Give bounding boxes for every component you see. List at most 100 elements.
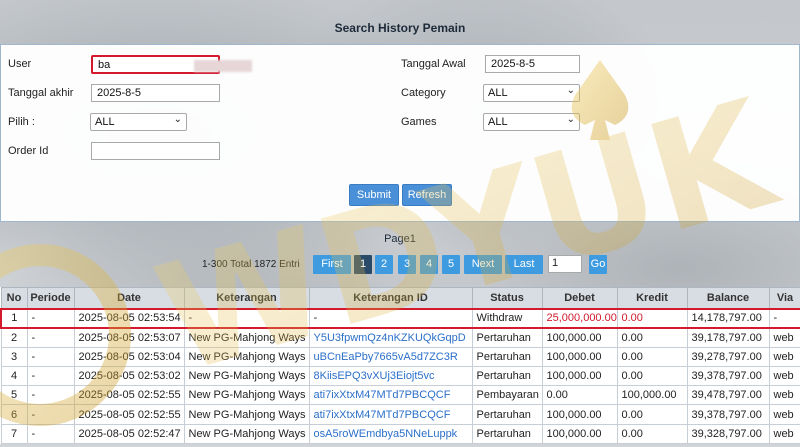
table-cell-kredit: 0.00 (616, 327, 688, 348)
table-row[interactable]: 3-2025-08-05 02:53:04 New PG-Mahjong Ways… (0, 346, 800, 367)
column-header[interactable]: No (0, 287, 28, 309)
table-cell-keterangan-id[interactable]: osA5roWEmdbya5NNeLuppk (308, 423, 473, 445)
table-cell-kredit: 0.00 (616, 365, 688, 387)
table-cell-kredit: 0.00 (616, 423, 688, 445)
column-header[interactable]: Debet (541, 287, 618, 309)
table-cell-keterangan-id[interactable]: 8KiisEPQ3vXUj3Eiojt5vc (308, 365, 473, 387)
page-button-1[interactable]: 1 (354, 255, 372, 274)
pagination-bar: 1-300 Total 1872 Entri First 1 2 3 4 5 N… (0, 255, 800, 275)
table-cell-no: 1 (0, 307, 28, 329)
tanggal-awal-label: Tanggal Awal (401, 58, 466, 70)
table-cell-balance: 39,378,797.00 (686, 365, 770, 387)
search-form-panel: User ba Tanggal Awal 2025-8-5 Tanggal ak… (0, 44, 800, 222)
table-cell-date: 2025-08-05 02:53:54 (73, 307, 185, 329)
go-button[interactable]: Go (589, 255, 607, 274)
tanggal-awal-value: 2025-8-5 (491, 58, 536, 70)
column-header[interactable]: Via (768, 287, 800, 309)
table-cell-keterangan: New PG-Mahjong Ways (183, 404, 310, 425)
category-label: Category (401, 87, 446, 99)
page-button-4[interactable]: 4 (420, 255, 438, 274)
table-cell-no: 2 (0, 327, 28, 348)
user-label: User (8, 58, 32, 70)
page-indicator: Page1 (384, 233, 416, 245)
last-page-button[interactable]: Last (505, 255, 543, 274)
table-cell-no: 4 (0, 365, 28, 387)
table-cell-keterangan-id[interactable]: Y5U3fpwmQz4nKZKUQkGqpD (308, 327, 473, 348)
table-cell-date: 2025-08-05 02:53:07 (73, 327, 185, 348)
table-row[interactable]: 7-2025-08-05 02:52:47 New PG-Mahjong Ways… (0, 423, 800, 445)
column-header[interactable]: Keterangan (183, 287, 310, 309)
table-cell-keterangan: New PG-Mahjong Ways (183, 365, 310, 387)
table-cell-kredit: 100,000.00 (616, 385, 688, 406)
history-table: No Periode Date Keterangan Keterangan ID… (0, 287, 800, 445)
column-header[interactable]: Date (73, 287, 185, 309)
table-cell-no: 7 (0, 423, 28, 445)
tanggal-awal-input[interactable]: 2025-8-5 (485, 55, 580, 73)
pilih-select[interactable]: ALL ⌄ (90, 113, 187, 131)
table-cell-balance: 39,378,797.00 (686, 404, 770, 425)
table-row[interactable]: 6-2025-08-05 02:52:55 New PG-Mahjong Ways… (0, 404, 800, 425)
column-header[interactable]: Keterangan ID (308, 287, 473, 309)
table-cell-via: web (768, 404, 800, 425)
order-id-input[interactable] (91, 142, 220, 160)
category-select[interactable]: ALL ⌄ (483, 84, 580, 102)
table-cell-periode: - (26, 346, 75, 367)
table-cell-debet: 100,000.00 (541, 327, 618, 348)
table-cell-via: web (768, 327, 800, 348)
next-page-button[interactable]: Next (464, 255, 502, 274)
table-cell-balance: 39,278,797.00 (686, 346, 770, 367)
table-cell-periode: - (26, 385, 75, 406)
table-cell-balance: 14,178,797.00 (686, 307, 770, 329)
table-cell-keterangan-id[interactable]: ati7ixXtxM47MTd7PBCQCF (308, 385, 473, 406)
order-id-label: Order Id (8, 145, 49, 157)
redacted-user-blur (194, 60, 252, 72)
user-input[interactable]: ba (91, 55, 252, 74)
table-cell-keterangan-id[interactable]: uBCnEaPby7665vA5d7ZC3R (308, 346, 473, 367)
page-button-5[interactable]: 5 (442, 255, 460, 274)
games-select[interactable]: ALL ⌄ (483, 113, 580, 131)
games-label: Games (401, 116, 437, 128)
category-select-value: ALL (488, 87, 508, 99)
table-cell-keterangan-id[interactable]: ati7ixXtxM47MTd7PBCQCF (308, 404, 473, 425)
games-select-value: ALL (488, 116, 508, 128)
table-cell-no: 6 (0, 404, 28, 425)
table-row[interactable]: 1-2025-08-05 02:53:54- - Withdraw 25,000,00… (0, 307, 800, 329)
table-cell-periode: - (26, 365, 75, 387)
column-header[interactable]: Periode (26, 287, 75, 309)
column-header[interactable]: Kredit (616, 287, 688, 309)
submit-button[interactable]: Submit (349, 184, 399, 206)
table-cell-kredit: 0.00 (616, 404, 688, 425)
table-cell-keterangan: New PG-Mahjong Ways (183, 385, 310, 406)
pilih-select-value: ALL (95, 116, 115, 128)
table-cell-kredit: 0.00 (616, 346, 688, 367)
tanggal-akhir-input[interactable]: 2025-8-5 (91, 84, 220, 102)
table-cell-via: web (768, 423, 800, 445)
pilih-label: Pilih : (8, 116, 35, 128)
table-row[interactable]: 5-2025-08-05 02:52:55 New PG-Mahjong Ways… (0, 385, 800, 406)
table-cell-status: Pertaruhan (471, 346, 543, 367)
table-cell-balance: 39,178,797.00 (686, 327, 770, 348)
chevron-down-icon: ⌄ (566, 114, 575, 125)
page-button-3[interactable]: 3 (398, 255, 416, 274)
table-row[interactable]: 2-2025-08-05 02:53:07 New PG-Mahjong Ways… (0, 327, 800, 348)
column-header[interactable]: Balance (686, 287, 770, 309)
table-cell-keterangan: New PG-Mahjong Ways (183, 423, 310, 445)
page-title: Search History Pemain (334, 21, 466, 35)
table-cell-status: Pertaruhan (471, 404, 543, 425)
column-header[interactable]: Status (471, 287, 543, 309)
table-cell-periode: - (26, 307, 75, 329)
first-page-button[interactable]: First (313, 255, 351, 274)
refresh-button[interactable]: Refresh (402, 184, 452, 206)
table-cell-status: Withdraw (471, 307, 543, 329)
table-cell-keterangan: New PG-Mahjong Ways (183, 346, 310, 367)
user-input-value: ba (98, 59, 111, 71)
page-button-2[interactable]: 2 (375, 255, 393, 274)
table-cell-status: Pertaruhan (471, 365, 543, 387)
table-cell-debet: 0.00 (541, 385, 618, 406)
entries-summary: 1-300 Total 1872 Entri (202, 259, 300, 270)
table-row[interactable]: 4-2025-08-05 02:53:02 New PG-Mahjong Ways… (0, 365, 800, 387)
table-cell-balance: 39,328,797.00 (686, 423, 770, 445)
table-cell-keterangan-id[interactable]: - (308, 307, 473, 329)
goto-page-input[interactable]: 1 (548, 255, 582, 273)
table-cell-periode: - (26, 423, 75, 445)
